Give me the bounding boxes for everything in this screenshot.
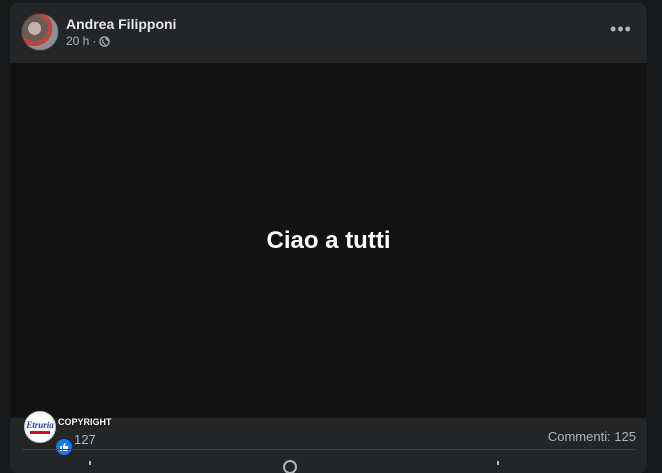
- globe-icon[interactable]: [99, 35, 111, 47]
- author-name[interactable]: Andrea Filipponi: [66, 16, 176, 32]
- share-icon[interactable]: [490, 459, 506, 473]
- comment-icon[interactable]: [282, 459, 298, 473]
- comments-count[interactable]: Commenti: 125: [548, 429, 636, 444]
- watermark-logo-bar: [30, 431, 50, 434]
- copyright-watermark: Etruria COPYRIGHT: [24, 411, 112, 443]
- post-actions: [10, 453, 647, 473]
- post-meta: 20 h ·: [66, 34, 111, 48]
- more-options-icon[interactable]: •••: [609, 19, 633, 39]
- post-time[interactable]: 20 h: [66, 34, 89, 48]
- etruria-logo: Etruria: [24, 411, 56, 443]
- watermark-label: COPYRIGHT: [58, 417, 112, 427]
- meta-separator: ·: [92, 34, 97, 48]
- post-body: Ciao a tutti: [10, 63, 647, 418]
- watermark-logo-text: Etruria: [26, 420, 54, 430]
- author-avatar[interactable]: [21, 13, 59, 51]
- post-text: Ciao a tutti: [266, 226, 391, 254]
- post-header: Andrea Filipponi 20 h · •••: [10, 3, 647, 63]
- action-divider: [22, 449, 635, 450]
- post-card: Andrea Filipponi 20 h · ••• Ciao a tutti…: [10, 3, 647, 473]
- like-icon[interactable]: [82, 459, 98, 473]
